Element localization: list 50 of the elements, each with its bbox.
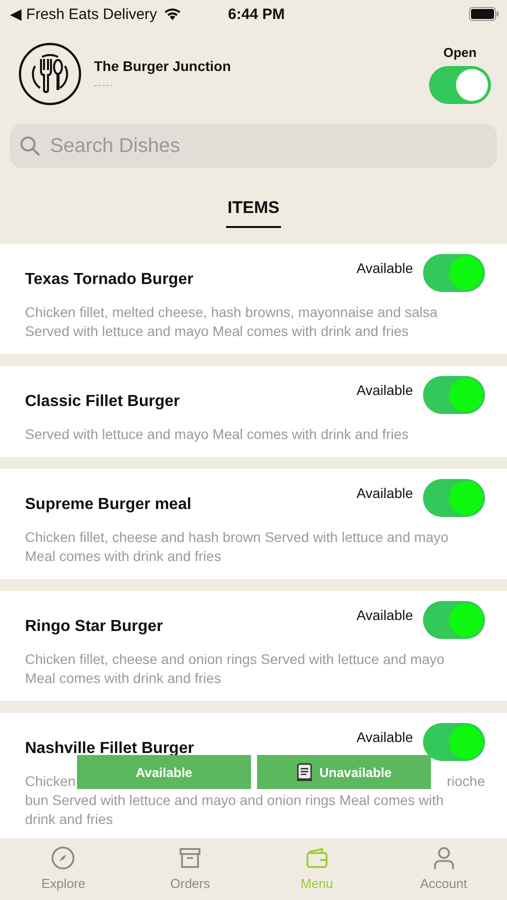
availability-label: Available <box>356 729 413 745</box>
dish-description: rioche <box>446 773 485 790</box>
search-bar[interactable]: Search Dishes <box>10 124 497 168</box>
dish-name: Nashville Fillet Burger <box>25 739 195 758</box>
restaurant-name: The Burger Junction <box>94 58 232 74</box>
wifi-icon <box>163 7 182 21</box>
clock-time: 6:44 PM <box>228 6 285 22</box>
back-to-app-label[interactable]: ◀ Fresh Eats Delivery <box>10 5 158 23</box>
dish-description: Chicken fillet, cheese and hash brown Served with lettuce and mayo <box>25 529 448 546</box>
compass-icon <box>51 846 76 870</box>
availability-label: Available <box>356 485 413 501</box>
dish-description: bun Served with lettuce and mayo and onion rings Meal comes with <box>25 792 444 809</box>
dish-name: Texas Tornado Burger <box>25 270 194 289</box>
dish-name: Ringo Star Burger <box>25 617 164 636</box>
search-input[interactable]: Search Dishes <box>48 134 487 158</box>
availability-label: Available <box>356 260 413 276</box>
dish-description: Chicken fillet, melted cheese, hash browns, mayonnaise and salsa <box>25 304 438 321</box>
battery-icon <box>469 7 499 21</box>
archive-box-icon <box>178 846 202 870</box>
tab-bar-item[interactable]: Account <box>380 838 507 900</box>
availability-toggle[interactable] <box>423 479 485 517</box>
availability-label: Available <box>356 382 413 398</box>
dish-description: Chicken fillet, cheese and onion rings Served with lettuce and mayo <box>25 651 444 668</box>
dish-name: Supreme Burger meal <box>25 495 192 514</box>
filter-button[interactable]: Unavailable <box>257 755 431 789</box>
filter-button[interactable]: Available <box>77 755 251 789</box>
availability-label: Available <box>356 607 413 623</box>
fork-spoon-logo-icon <box>18 42 82 106</box>
dish-name: Classic Fillet Burger <box>25 392 181 411</box>
wallet-icon <box>304 846 329 870</box>
open-toggle[interactable] <box>429 66 491 104</box>
tab-bar-item[interactable]: Menu <box>254 838 380 900</box>
open-label: Open <box>443 44 477 60</box>
dish-description: Served with lettuce and mayo Meal comes with drink and fries <box>25 323 409 340</box>
availability-toggle[interactable] <box>423 376 485 414</box>
dish-description: Chicken <box>25 773 76 790</box>
availability-toggle[interactable] <box>423 601 485 639</box>
availability-toggle[interactable] <box>423 723 485 761</box>
dish-description: Served with lettuce and mayo Meal comes with drink and fries <box>25 426 409 443</box>
restaurant-subtitle: ----- <box>94 80 115 90</box>
dish-description: Meal comes with drink and fries <box>25 670 222 687</box>
dish-description: Meal comes with drink and fries <box>25 548 222 565</box>
person-icon <box>432 846 456 870</box>
document-icon <box>296 762 314 782</box>
availability-toggle[interactable] <box>423 254 485 292</box>
tab-bar-item[interactable]: Orders <box>126 838 254 900</box>
dish-description: drink and fries <box>25 811 113 828</box>
search-icon <box>20 136 40 156</box>
tab-bar-item[interactable]: Explore <box>0 838 127 900</box>
items-tab[interactable]: ITEMS <box>226 198 282 228</box>
